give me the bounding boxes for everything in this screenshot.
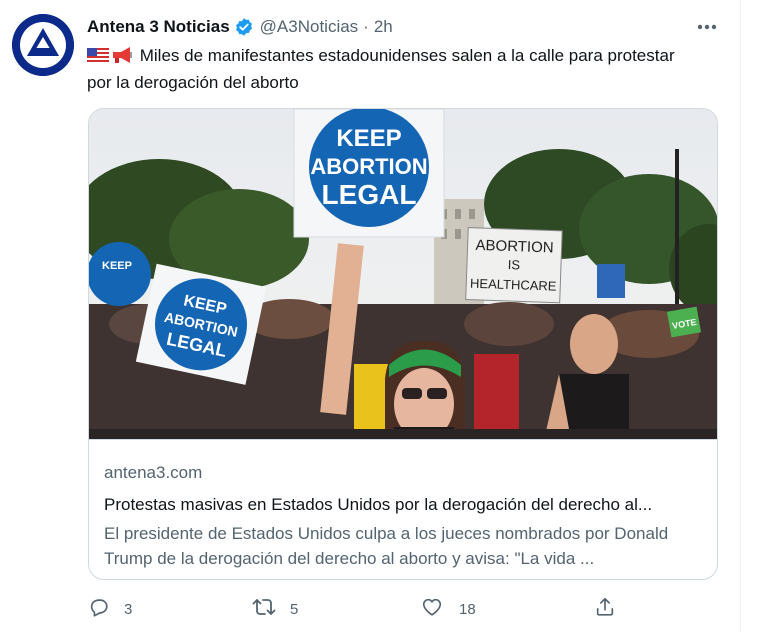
retweet-icon [252,596,276,622]
retweet-button[interactable]: 5 [252,596,298,622]
card-image[interactable]: KEEP ABORTION LEGAL KEEP ABORTION LEGAL … [89,109,717,440]
tweet-time[interactable]: 2h [374,17,393,37]
share-icon [594,596,616,622]
ellipsis-icon[interactable] [692,16,722,38]
tweet-text-body: Miles de manifestantes estadounidenses s… [87,46,675,92]
protest-photo: KEEP ABORTION LEGAL KEEP ABORTION LEGAL … [89,109,717,439]
sign-text-abortion: ABORTION [310,154,427,179]
share-button[interactable] [594,596,616,622]
reply-count: 3 [124,600,133,618]
display-name[interactable]: Antena 3 Noticias [87,17,230,37]
sign-far-left-keep: KEEP [102,260,132,272]
megaphone-emoji [111,46,133,71]
retweet-count: 5 [290,600,299,618]
us-flag-emoji [87,47,109,71]
tweet-text: Miles de manifestantes estadounidenses s… [87,44,687,95]
heart-icon [421,596,443,622]
sign-text-keep: KEEP [336,125,401,152]
timeline-border [740,0,741,632]
avatar[interactable] [12,14,74,76]
separator-dot: · [363,17,369,36]
card-description: El presidente de Estados Unidos culpa a … [104,524,669,568]
sign-abortion-word: ABORTION [475,237,554,257]
sign-healthcare-word: HEALTHCARE [470,276,557,294]
reply-button[interactable]: 3 [88,596,132,622]
card-meta[interactable]: antena3.com Protestas masivas en Estados… [104,461,704,571]
card-domain: antena3.com [104,463,203,482]
verified-badge-icon [234,17,254,37]
author-handle[interactable]: @A3Noticias [260,17,359,37]
tweet[interactable]: Antena 3 Noticias @A3Noticias · 2h Miles… [0,0,740,632]
antena3-logo-icon [12,14,74,76]
tweet-header: Antena 3 Noticias @A3Noticias · 2h [87,16,393,38]
card-title[interactable]: Protestas masivas en Estados Unidos por … [104,493,704,517]
reply-icon [88,596,110,622]
like-count: 18 [459,600,476,618]
like-button[interactable]: 18 [421,596,476,622]
tweet-actions: 3 5 18 [88,596,728,622]
sign-is-word: IS [508,257,521,272]
sign-text-legal: LEGAL [322,179,417,210]
link-card[interactable]: KEEP ABORTION LEGAL KEEP ABORTION LEGAL … [88,108,718,580]
